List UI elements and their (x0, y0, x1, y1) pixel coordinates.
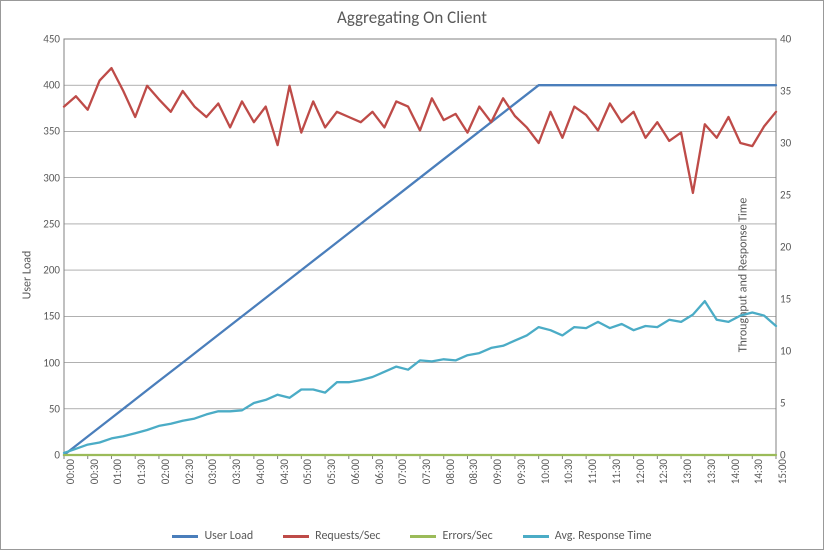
chart-container: Aggregating On Client User Load Throughp… (0, 0, 824, 550)
legend-item: Errors/Sec (410, 529, 492, 543)
x-tick: 05:00 (301, 459, 314, 484)
x-tick: 07:30 (420, 459, 433, 484)
legend-swatch (283, 535, 309, 538)
x-tick: 01:30 (135, 459, 148, 484)
x-tick: 10:30 (562, 459, 575, 484)
x-tick: 04:00 (254, 459, 267, 484)
y-right-tick: 5 (780, 397, 786, 410)
x-tick: 07:00 (396, 459, 409, 484)
legend: User Load Requests/Sec Errors/Sec Avg. Resp… (1, 529, 823, 543)
y-ticks-right: 0510152025303540 (776, 39, 816, 455)
plot-area: 050100150200250300350400450 051015202530… (64, 39, 776, 455)
legend-swatch (172, 535, 198, 538)
x-tick: 06:30 (373, 459, 386, 484)
y-left-tick: 250 (43, 217, 60, 230)
y-left-tick: 400 (43, 79, 60, 92)
y-left-tick: 450 (43, 33, 60, 46)
legend-label: User Load (204, 529, 253, 543)
legend-label: Avg. Response Time (555, 529, 652, 543)
legend-swatch (523, 535, 549, 538)
chart-title: Aggregating On Client (1, 7, 823, 28)
x-tick: 05:30 (325, 459, 338, 484)
x-tick: 02:00 (159, 459, 172, 484)
y-left-tick: 0 (54, 449, 60, 462)
x-tick: 00:00 (64, 459, 77, 484)
y-right-tick: 15 (780, 293, 791, 306)
x-tick: 13:00 (681, 459, 694, 484)
x-tick: 00:30 (88, 459, 101, 484)
legend-item: Avg. Response Time (523, 529, 652, 543)
y-right-tick: 35 (780, 85, 791, 98)
x-tick: 04:30 (278, 459, 291, 484)
plot-svg (64, 39, 776, 455)
x-tick: 01:00 (111, 459, 124, 484)
x-tick: 02:30 (183, 459, 196, 484)
legend-label: Requests/Sec (315, 529, 380, 543)
y-left-tick: 200 (43, 264, 60, 277)
legend-swatch (410, 535, 436, 538)
x-ticks: 00:00 00:30 01:00 01:30 02:00 02:30 03:00 03:30… (64, 455, 776, 515)
x-tick: 12:00 (634, 459, 647, 484)
x-tick: 03:30 (230, 459, 243, 484)
y-left-tick: 150 (43, 310, 60, 323)
y-left-tick: 300 (43, 171, 60, 184)
y-left-tick: 350 (43, 125, 60, 138)
y-left-tick: 50 (49, 402, 60, 415)
x-tick: 12:30 (657, 459, 670, 484)
x-tick: 11:30 (610, 459, 623, 484)
x-tick: 09:30 (515, 459, 528, 484)
x-tick: 06:00 (349, 459, 362, 484)
legend-item: User Load (172, 529, 253, 543)
y-right-tick: 20 (780, 241, 791, 254)
legend-label: Errors/Sec (442, 529, 492, 543)
x-tick: 11:00 (586, 459, 599, 484)
x-tick: 08:30 (467, 459, 480, 484)
y-right-tick: 40 (780, 33, 791, 46)
y-ticks-left: 050100150200250300350400450 (4, 39, 64, 455)
x-tick: 03:00 (206, 459, 219, 484)
x-tick: 09:00 (491, 459, 504, 484)
x-tick: 14:00 (729, 459, 742, 484)
x-tick: 13:30 (705, 459, 718, 484)
y-right-tick: 30 (780, 137, 791, 150)
x-tick: 15:00 (776, 459, 789, 484)
legend-item: Requests/Sec (283, 529, 380, 543)
x-tick: 14:30 (752, 459, 765, 484)
y-right-tick: 10 (780, 345, 791, 358)
y-right-tick: 25 (780, 189, 791, 202)
x-tick: 10:00 (539, 459, 552, 484)
y-left-tick: 100 (43, 356, 60, 369)
x-tick: 08:00 (444, 459, 457, 484)
